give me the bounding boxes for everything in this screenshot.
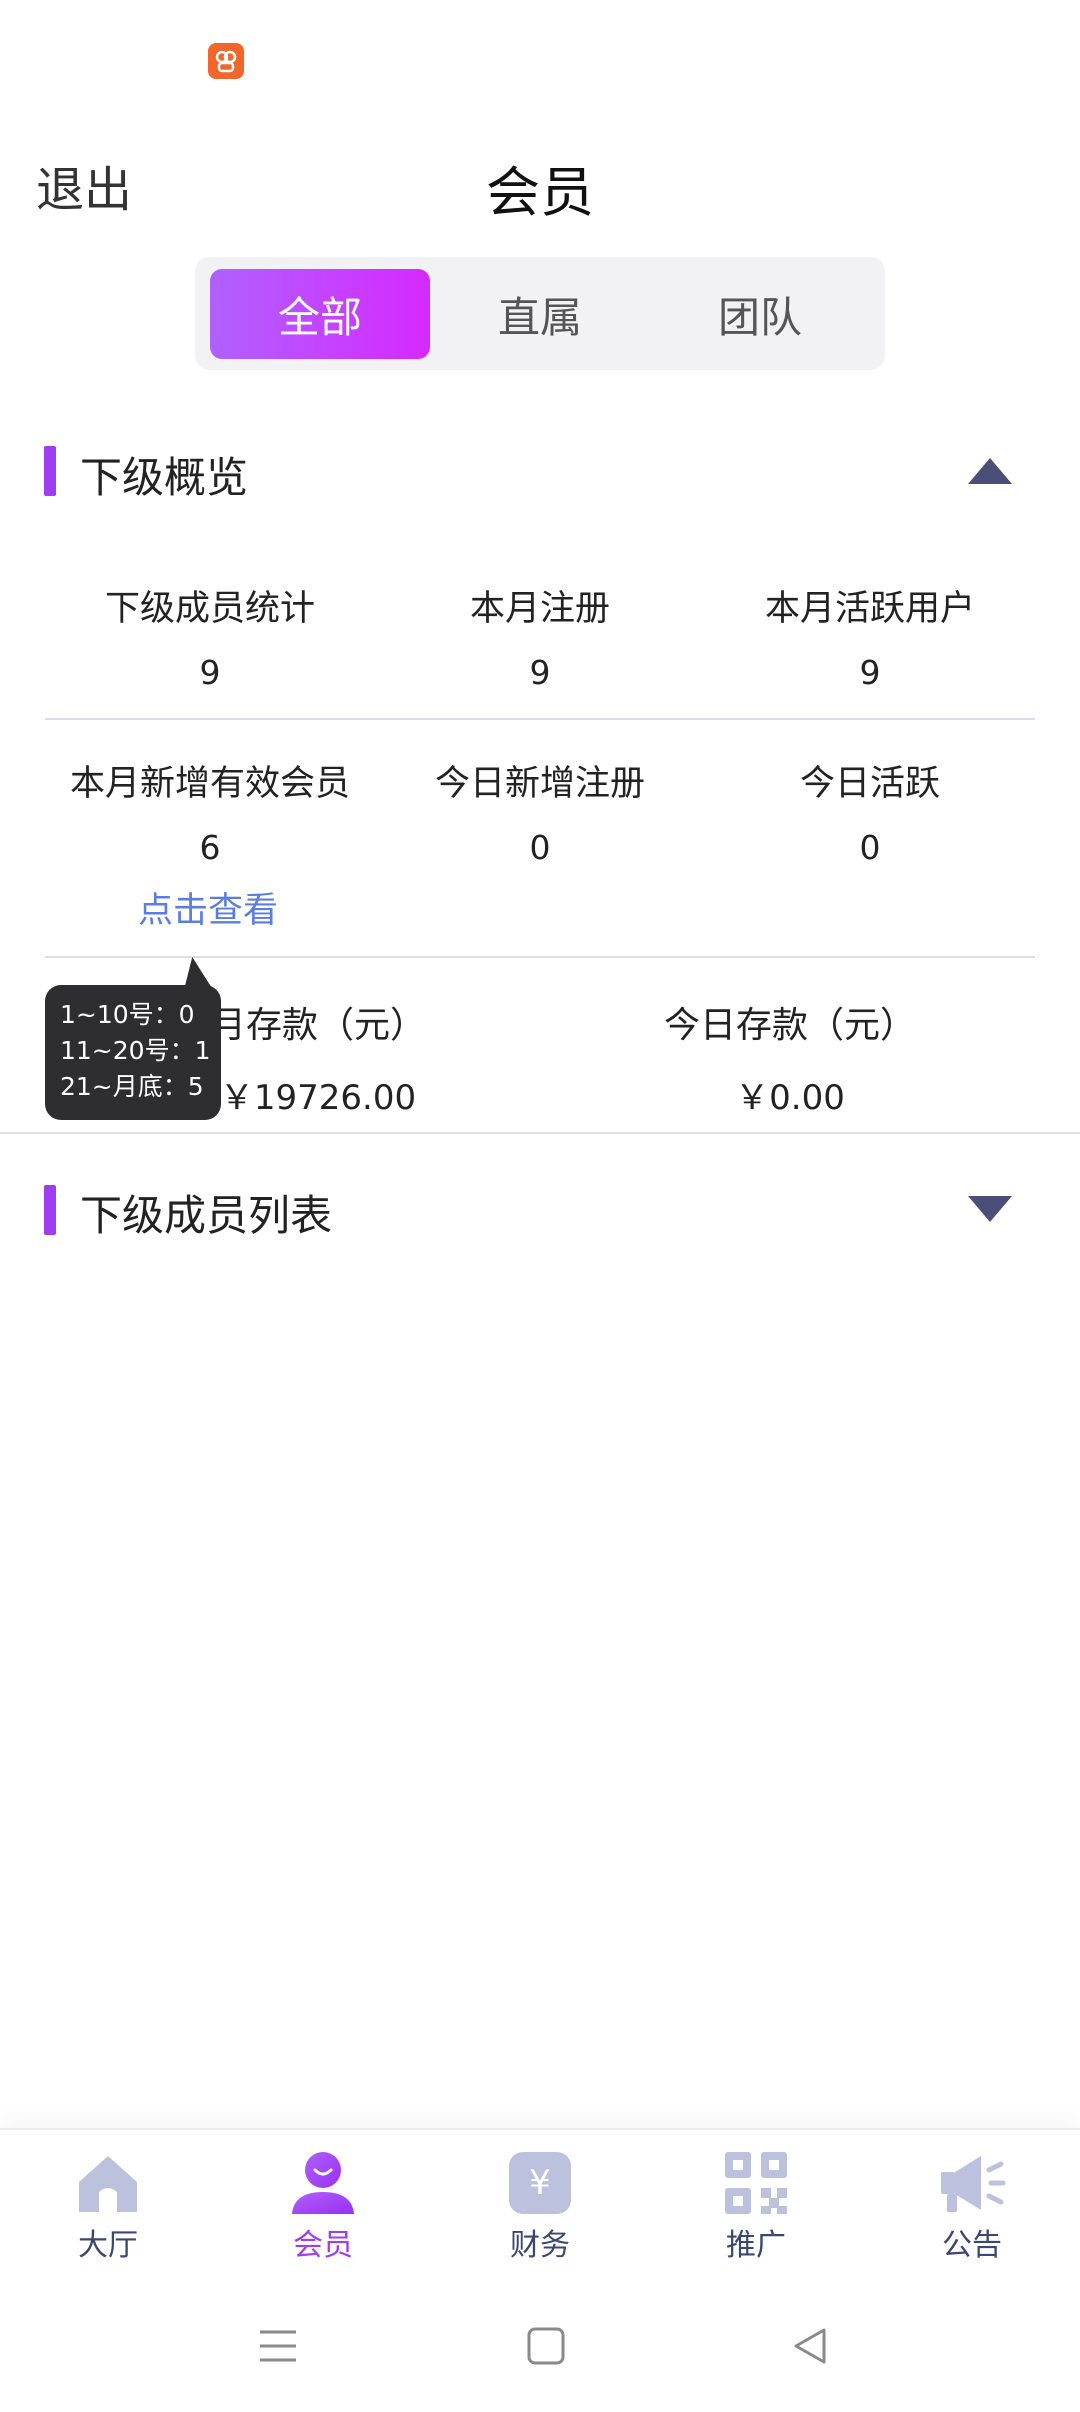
stat-label: 本月新增有效会员 <box>69 764 350 804</box>
tab-all[interactable]: 全部 <box>210 269 430 359</box>
stat-value: ￥0.00 <box>735 1078 845 1118</box>
stat-value: 0 <box>859 828 881 867</box>
stat-value: 9 <box>859 653 881 692</box>
bottom-nav: 大厅 会员 ¥ 财务 推广 公告 <box>0 2128 1080 2290</box>
nav-label: 大厅 <box>78 2228 138 2263</box>
nav-label: 会员 <box>293 2228 353 2263</box>
finance-icon: ¥ <box>505 2148 575 2218</box>
stat-month-register: 本月注册 9 <box>375 580 705 692</box>
nav-finance[interactable]: ¥ 财务 <box>475 2148 605 2264</box>
svg-text:¥: ¥ <box>529 2163 551 2203</box>
stat-today-register: 今日新增注册 0 <box>375 755 705 867</box>
section-accent-bar <box>44 1185 56 1235</box>
nav-announcement[interactable]: 公告 <box>907 2148 1037 2264</box>
nav-label: 公告 <box>942 2228 1002 2263</box>
stat-label: 下级成员统计 <box>104 589 315 629</box>
megaphone-icon <box>937 2148 1007 2218</box>
triangle-up-icon[interactable] <box>968 458 1012 484</box>
stat-sub-members: 下级成员统计 9 <box>45 580 375 692</box>
stat-label: 本月注册 <box>469 589 610 629</box>
stat-value: 0 <box>529 828 551 867</box>
overview-section-title[interactable]: 下级概览 <box>80 444 248 505</box>
menu-icon[interactable] <box>258 2326 298 2370</box>
page-title: 会员 <box>486 161 594 224</box>
tooltip-line: 21~月底：5 <box>60 1072 204 1101</box>
app-notification-icon <box>208 43 244 79</box>
triangle-down-icon[interactable] <box>968 1196 1012 1222</box>
nav-lobby[interactable]: 大厅 <box>43 2148 173 2264</box>
member-icon <box>288 2148 358 2218</box>
view-details-link[interactable]: 点击查看 <box>138 882 278 933</box>
section-accent-bar <box>44 446 56 496</box>
nav-member[interactable]: 会员 <box>258 2148 388 2264</box>
tooltip-line: 1~10号：0 <box>60 1000 195 1029</box>
home-icon <box>73 2148 143 2218</box>
section-separator <box>0 1132 1080 1134</box>
stat-label: 今日新增注册 <box>434 764 645 804</box>
home-square-icon[interactable] <box>526 2326 566 2370</box>
stat-label: 本月活跃用户 <box>764 589 975 629</box>
stat-month-active: 本月活跃用户 9 <box>705 580 1035 692</box>
stat-label: 今日存款（元） <box>663 1005 916 1046</box>
stat-label: 今日活跃 <box>799 764 940 804</box>
stat-today-deposit: 今日存款（元） ￥0.00 <box>590 996 990 1119</box>
tab-bar: 全部 直属 团队 <box>195 257 885 370</box>
stat-today-active: 今日活跃 0 <box>705 755 1035 867</box>
system-nav-bar <box>0 2290 1080 2412</box>
members-section-title[interactable]: 下级成员列表 <box>80 1182 332 1243</box>
nav-label: 财务 <box>510 2228 570 2263</box>
stat-value: 9 <box>529 653 551 692</box>
stat-value: 9 <box>199 653 221 692</box>
nav-label: 推广 <box>726 2228 786 2263</box>
qr-code-icon <box>721 2148 791 2218</box>
deposit-breakdown-tooltip: 1~10号：0 11~20号：1 21~月底：5 <box>45 985 221 1120</box>
tab-direct[interactable]: 直属 <box>430 269 650 359</box>
stat-value: 6 <box>199 828 221 867</box>
tooltip-line: 11~20号：1 <box>60 1036 211 1065</box>
stat-month-new-valid: 本月新增有效会员 6 <box>45 755 375 867</box>
divider <box>45 718 1035 720</box>
nav-promote[interactable]: 推广 <box>691 2148 821 2264</box>
tab-team[interactable]: 团队 <box>650 269 870 359</box>
back-triangle-icon[interactable] <box>790 2326 830 2370</box>
